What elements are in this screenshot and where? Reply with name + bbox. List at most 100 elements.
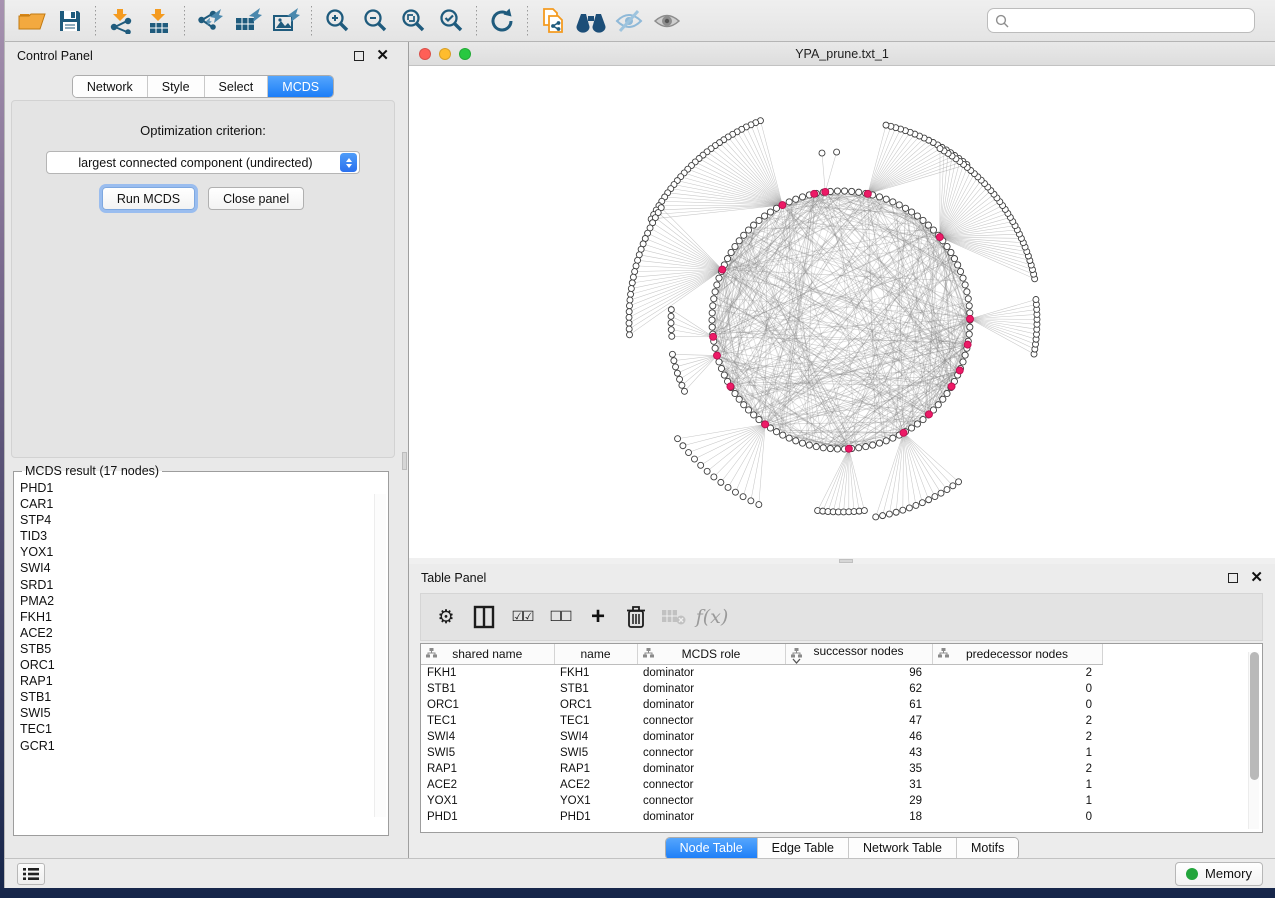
network-graph[interactable] — [409, 66, 1275, 558]
table-cell[interactable]: PHD1 — [421, 809, 554, 825]
graph-node[interactable] — [873, 514, 879, 520]
graph-node[interactable] — [935, 402, 941, 408]
graph-node[interactable] — [756, 502, 762, 508]
result-node[interactable]: CAR1 — [20, 496, 388, 512]
graph-node[interactable] — [883, 196, 889, 202]
graph-node[interactable] — [908, 209, 914, 215]
table-cell[interactable]: ORC1 — [554, 697, 637, 713]
graph-node[interactable] — [779, 202, 786, 209]
graph-node[interactable] — [745, 407, 751, 413]
graph-node[interactable] — [906, 505, 912, 511]
graph-node[interactable] — [965, 296, 971, 302]
graph-node[interactable] — [712, 345, 718, 351]
graph-node[interactable] — [799, 194, 805, 200]
table-cell[interactable]: YOX1 — [421, 793, 554, 809]
memory-button[interactable]: Memory — [1175, 862, 1263, 886]
result-node[interactable]: RAP1 — [20, 673, 388, 689]
graph-node[interactable] — [710, 303, 716, 309]
graph-node[interactable] — [767, 209, 773, 215]
network-canvas[interactable] — [409, 66, 1275, 558]
graph-node[interactable] — [719, 266, 726, 273]
graph-node[interactable] — [698, 462, 704, 468]
float-panel-icon[interactable] — [354, 51, 364, 61]
import-table-button[interactable] — [140, 4, 178, 38]
table-scrollbar[interactable] — [1248, 652, 1259, 829]
graph-node[interactable] — [751, 412, 757, 418]
graph-node[interactable] — [900, 507, 906, 513]
tab-motifs[interactable]: Motifs — [957, 838, 1018, 859]
tab-style[interactable]: Style — [148, 76, 205, 97]
graph-node[interactable] — [711, 474, 717, 480]
export-table-button[interactable] — [229, 4, 267, 38]
graph-node[interactable] — [756, 416, 762, 422]
graph-node[interactable] — [799, 440, 805, 446]
table-row[interactable]: FKH1FKH1dominator962 — [421, 665, 1102, 681]
table-row[interactable]: TEC1TEC1connector472 — [421, 713, 1102, 729]
graph-node[interactable] — [632, 269, 638, 275]
table-row[interactable]: PHD1PHD1dominator180 — [421, 809, 1102, 825]
table-cell[interactable]: STB1 — [421, 681, 554, 697]
result-node[interactable]: SWI4 — [20, 560, 388, 576]
table-cell[interactable]: 96 — [785, 665, 932, 681]
graph-node[interactable] — [925, 411, 932, 418]
result-node[interactable]: ACE2 — [20, 625, 388, 641]
splitter-grip[interactable] — [839, 559, 853, 563]
zoom-in-button[interactable] — [318, 4, 356, 38]
graph-node[interactable] — [944, 243, 950, 249]
table-cell[interactable]: YOX1 — [554, 793, 637, 809]
graph-node[interactable] — [740, 494, 746, 500]
table-cell[interactable]: 61 — [785, 697, 932, 713]
tab-select[interactable]: Select — [205, 76, 269, 97]
graph-node[interactable] — [762, 421, 769, 428]
export-network-button[interactable] — [191, 4, 229, 38]
graph-node[interactable] — [732, 489, 738, 495]
graph-node[interactable] — [951, 256, 957, 262]
graph-node[interactable] — [677, 376, 683, 382]
result-node[interactable]: PMA2 — [20, 593, 388, 609]
graph-node[interactable] — [741, 232, 747, 238]
graph-node[interactable] — [856, 445, 862, 451]
graph-node[interactable] — [668, 307, 674, 313]
close-panel-icon[interactable]: ✕ — [376, 51, 389, 61]
graph-node[interactable] — [751, 222, 757, 228]
search-input[interactable] — [1014, 14, 1247, 28]
table-cell[interactable]: dominator — [637, 761, 785, 777]
table-cell[interactable]: dominator — [637, 681, 785, 697]
vertical-splitter[interactable] — [401, 42, 409, 858]
graph-node[interactable] — [674, 370, 680, 376]
result-scrollbar[interactable] — [374, 494, 386, 817]
graph-node[interactable] — [955, 262, 961, 268]
result-node[interactable]: SRD1 — [20, 577, 388, 593]
graph-node[interactable] — [736, 396, 742, 402]
table-cell[interactable]: PHD1 — [554, 809, 637, 825]
table-cell[interactable]: 46 — [785, 729, 932, 745]
result-node[interactable]: GCR1 — [20, 738, 388, 754]
mcds-result-list[interactable]: PHD1CAR1STP4TID3YOX1SWI4SRD1PMA2FKH1ACE2… — [20, 480, 388, 820]
create-column-button[interactable]: + — [581, 599, 615, 635]
graph-node[interactable] — [732, 390, 738, 396]
open-file-button[interactable] — [13, 4, 51, 38]
graph-node[interactable] — [864, 190, 871, 197]
graph-node[interactable] — [957, 268, 963, 274]
table-cell[interactable]: ACE2 — [421, 777, 554, 793]
graph-node[interactable] — [822, 188, 829, 195]
close-panel-button[interactable]: Close panel — [208, 187, 304, 210]
graph-node[interactable] — [962, 352, 968, 358]
table-cell[interactable]: 0 — [932, 809, 1102, 825]
table-options-button[interactable]: ⚙ — [429, 599, 463, 635]
search-box[interactable] — [987, 8, 1255, 33]
graph-node[interactable] — [966, 315, 973, 322]
table-cell[interactable]: 29 — [785, 793, 932, 809]
graph-node[interactable] — [962, 282, 968, 288]
graph-node[interactable] — [709, 324, 715, 330]
graph-node[interactable] — [926, 497, 932, 503]
graph-node[interactable] — [893, 509, 899, 515]
table-cell[interactable]: FKH1 — [421, 665, 554, 681]
graph-node[interactable] — [863, 444, 869, 450]
graph-node[interactable] — [960, 359, 966, 365]
graph-node[interactable] — [728, 249, 734, 255]
show-panels-menu-button[interactable] — [17, 863, 45, 885]
graph-node[interactable] — [930, 227, 936, 233]
graph-node[interactable] — [856, 189, 862, 195]
graph-node[interactable] — [780, 432, 786, 438]
